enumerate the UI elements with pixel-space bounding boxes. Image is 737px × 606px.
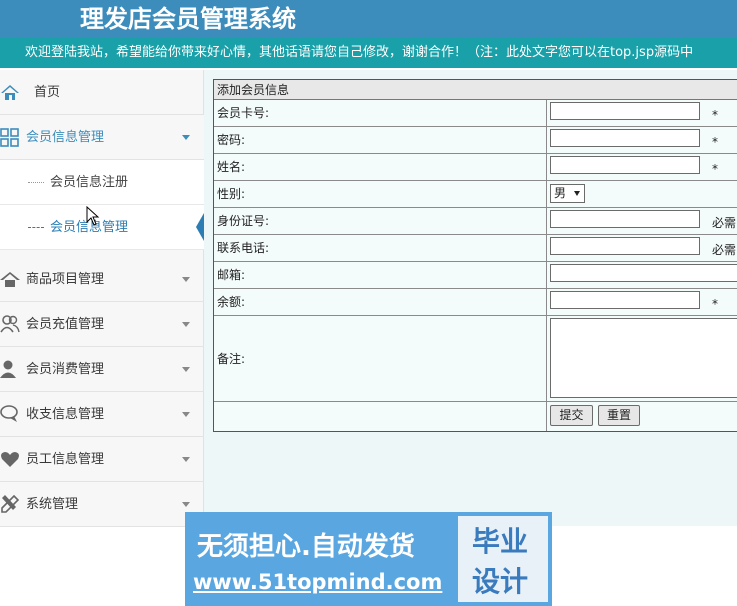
form-row-password: 密码: * [214,127,737,154]
reset-button[interactable]: 重置 [598,405,640,426]
add-member-form: 添加会员信息 会员卡号: * 密码: * 姓名: * 性别: 男 身份证号: 必… [213,79,737,432]
gender-selected-value: 男 [554,186,567,200]
column-divider [546,316,547,401]
active-indicator [196,213,204,241]
name-label: 姓名: [217,160,246,174]
mouse-cursor-icon [86,206,100,226]
app-title: 理发店会员管理系统 [80,5,296,33]
chevron-down-icon [182,412,190,417]
email-label: 邮箱: [217,268,246,282]
sidebar-item-finance[interactable]: 收支信息管理 [0,392,204,437]
sidebar: 首页 会员信息管理 会员信息注册 会员信息管理 商品项目管理 会员充值管理 会员… [0,70,204,527]
home-icon [1,85,19,100]
form-row-name: 姓名: * [214,154,737,181]
sidebar-item-label: 首页 [34,85,61,100]
tree-dash [28,227,44,228]
user-icon [0,360,16,378]
sidebar-item-consumption[interactable]: 会员消费管理 [0,347,204,392]
sidebar-item-member-info[interactable]: 会员信息管理 [0,115,204,160]
password-label: 密码: [217,133,246,147]
tree-dash [28,182,44,183]
required-text: 必需 [712,216,737,230]
balance-input[interactable] [550,291,700,309]
chevron-down-icon [182,322,190,327]
form-title: 添加会员信息 [214,80,737,100]
required-star: * [712,297,718,311]
sidebar-item-system[interactable]: 系统管理 [0,482,204,527]
form-row-phone: 联系电话: 必需 [214,235,737,262]
phone-label: 联系电话: [217,241,270,255]
column-divider [546,262,547,288]
form-row-email: 邮箱: [214,262,737,289]
name-input[interactable] [550,156,700,174]
sidebar-item-home[interactable]: 首页 [0,70,204,115]
form-row-gender: 性别: 男 [214,181,737,208]
welcome-marquee: 欢迎登陆我站，希望能给你带来好心情，其他话语请您自己修改，谢谢合作！（注：此处文… [0,38,737,68]
remark-textarea[interactable] [550,318,737,398]
column-divider [546,154,547,180]
column-divider [546,289,547,315]
sidebar-item-recharge[interactable]: 会员充值管理 [0,302,204,347]
chat-icon [0,405,18,422]
chevron-down-icon [182,457,190,462]
sidebar-item-staff[interactable]: 员工信息管理 [0,437,204,482]
sidebar-subitem-register[interactable]: 会员信息注册 [0,160,204,205]
column-divider [546,402,547,431]
chevron-down-icon [182,367,190,372]
header-bar: 理发店会员管理系统 [0,0,737,38]
form-row-balance: 余额: * [214,289,737,316]
id-label: 身份证号: [217,214,270,228]
sidebar-item-label: 会员信息管理 [26,130,105,145]
column-divider [546,127,547,153]
sidebar-item-label: 商品项目管理 [26,272,105,287]
required-star: * [712,108,718,122]
form-row-id: 身份证号: 必需 [214,208,737,235]
badge-line2: 设计 [472,565,529,598]
column-divider [546,235,547,261]
phone-input[interactable] [550,237,700,255]
card-label: 会员卡号: [217,106,270,120]
id-number-input[interactable] [550,210,700,228]
heart-icon [1,452,19,467]
watermark-badge: 毕业 设计 [458,516,548,602]
form-row-actions: 提交 重置 [214,402,737,431]
watermark-url: www.51topmind.com [193,570,443,594]
watermark-banner: 无须担心.自动发货 www.51topmind.com 毕业 设计 [185,512,552,606]
chevron-down-icon [574,191,580,196]
badge-line1: 毕业 [472,525,529,558]
required-star: * [712,162,718,176]
sidebar-subitem-manage[interactable]: 会员信息管理 [0,205,204,250]
grid-icon [0,128,19,147]
sidebar-item-label: 员工信息管理 [26,452,105,467]
sidebar-item-label: 会员消费管理 [26,362,105,377]
form-row-card: 会员卡号: * [214,100,737,127]
required-text: 必需 [712,243,737,257]
users-icon [0,315,20,333]
remark-label: 备注: [217,352,246,366]
sidebar-item-label: 系统管理 [26,497,79,512]
home-icon [0,272,20,287]
form-row-remark: 备注: [214,316,737,402]
gender-label: 性别: [217,187,246,201]
gender-select[interactable]: 男 [550,184,585,203]
balance-label: 余额: [217,295,246,309]
chevron-down-icon [182,277,190,282]
column-divider [546,100,547,126]
chevron-down-icon [182,135,190,140]
sidebar-item-label: 收支信息管理 [26,407,105,422]
chevron-down-icon [182,502,190,507]
sidebar-subitem-label: 会员信息注册 [50,175,129,190]
sidebar-item-label: 会员充值管理 [26,317,105,332]
column-divider [546,208,547,234]
main-content: 添加会员信息 会员卡号: * 密码: * 姓名: * 性别: 男 身份证号: 必… [204,70,737,526]
column-divider [546,181,547,207]
tools-icon [1,494,20,513]
sidebar-item-products[interactable]: 商品项目管理 [0,257,204,302]
card-number-input[interactable] [550,102,700,120]
password-input[interactable] [550,129,700,147]
watermark-line1: 无须担心.自动发货 [197,532,415,562]
submit-button[interactable]: 提交 [550,405,593,426]
required-star: * [712,135,718,149]
email-input[interactable] [550,264,737,282]
